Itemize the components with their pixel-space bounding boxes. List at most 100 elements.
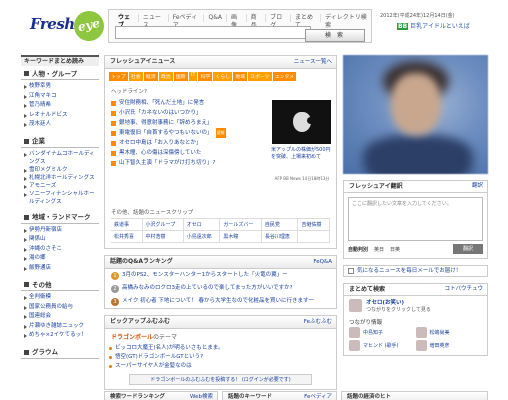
pickup-item[interactable]: ビッコロ大魔王(名人)が明るいさもとまま。 [105, 344, 336, 353]
news-category-tab[interactable]: 科学 [198, 72, 213, 81]
pickup-subject[interactable]: ドラゴンボールのテーマ [105, 329, 336, 344]
sidebar-link[interactable]: 伊勢丹新宿店 [24, 226, 99, 236]
sidebar-link[interactable]: 湯の郷 [24, 254, 99, 264]
bottom-tab-link[interactable]: Web検索 [190, 392, 213, 400]
clip-link[interactable]: オセロ [183, 219, 221, 231]
connection-person[interactable]: 松嶋尚美 [415, 327, 483, 338]
feature-news-image[interactable] [272, 100, 331, 144]
freshEYE-logo[interactable]: Fresh eye [30, 8, 107, 44]
sidebar-link[interactable]: 茂木廷人 [24, 120, 99, 130]
news-category-tab[interactable]: 地域 [233, 72, 248, 81]
news-category-tab[interactable]: 政治 [158, 72, 173, 81]
connection-person[interactable]: 中島知子 [349, 327, 416, 338]
news-list-link[interactable]: ニュース一覧へ [294, 56, 332, 68]
search-tab-directory[interactable]: ディレクトリ検索 [321, 14, 371, 29]
search-tab-matome[interactable]: まとめて [291, 14, 322, 29]
search-input[interactable] [115, 26, 311, 39]
headline-item[interactable]: 黒木瞳、心の傷は深傷傍していた [111, 148, 271, 158]
sidebar-link[interactable]: 全判衛模 [24, 293, 99, 303]
sidebar-link[interactable]: めちゃ×2イケてるッ！ [24, 331, 99, 341]
headline-item[interactable]: 安住財務相、「死んだ土地」に発言 [111, 98, 271, 108]
sidebar-link[interactable]: 江角マキコ [24, 92, 99, 102]
news-category-tab[interactable]: 国際 [173, 72, 188, 81]
clip-link[interactable]: 自民党 [261, 219, 299, 231]
headline-item[interactable]: オセロ中島は「お入りあなとか」 [111, 138, 271, 148]
news-category-tab[interactable]: トップ [109, 72, 128, 81]
search-tab-products[interactable]: 商品 [247, 14, 267, 29]
headline-item[interactable]: 東電復旧「自首するやつもいないの」 速報 [111, 128, 271, 138]
translate-button[interactable]: 翻訳 [453, 244, 483, 254]
headline-item[interactable]: 山下智久主演「ドラマがけ打ち切り」? [111, 158, 271, 168]
clip-link[interactable]: 小沢グループ [142, 219, 184, 231]
sidebar-link[interactable]: 枝野幸男 [24, 82, 99, 92]
clip-link[interactable]: 鉄道事 [111, 219, 143, 231]
sidebar-link[interactable]: 飯野通店 [24, 264, 99, 274]
search-button[interactable]: 検 索 [305, 29, 365, 42]
qa-rank-row[interactable]: 3 メイク 初心者 下地について！ 春から大学生なので化粧品を買いに行きます一 [105, 295, 336, 308]
sidebar-link[interactable]: アモニーズ [24, 182, 99, 190]
clip-link[interactable]: 中村浩樹 [142, 231, 184, 243]
qa-rank-row[interactable]: 1 3月のPS2、モンスターハンター1からスタートした「火竜の翼」ー [105, 269, 336, 282]
news-category-tab[interactable]: くらし [213, 72, 233, 81]
news-category-tab[interactable]: 社会 [128, 72, 143, 81]
search-tab-images[interactable]: 画像 [227, 14, 247, 29]
bottom-tab-link[interactable]: Feペディア [304, 392, 332, 400]
translate-textarea[interactable]: ここに翻訳したい文章を入力してください。 [348, 197, 483, 241]
news-category-tab[interactable]: エンタメ [272, 72, 297, 81]
pickup-item[interactable]: スーパーサイヤ人が金髪なのは [105, 362, 336, 371]
headline-item[interactable]: 銀地事、得意射事務に「辞めろまえ」 [111, 118, 271, 128]
translate-more-link[interactable]: 翻訳 [472, 181, 483, 192]
news-category-tab[interactable]: 経済 [143, 72, 158, 81]
translate-option-ja-en[interactable]: 日英 [390, 246, 400, 253]
hot-keyword-tab[interactable]: 話題のキーワード Feペディア [222, 391, 337, 400]
section-title-companies[interactable]: 企業 [21, 136, 99, 148]
search-tab-news[interactable]: ニュース [139, 14, 169, 29]
headline-item[interactable]: 小沢氏「カネないのはいつかり」 [111, 108, 271, 118]
clip-link[interactable]: 黒木瞳 [220, 231, 262, 243]
sidebar-link[interactable]: レオナルドビス [24, 111, 99, 121]
section-title-other[interactable]: その他 [21, 279, 99, 291]
sidebar-link[interactable]: 関係山 [24, 235, 99, 245]
news-mail-signup[interactable]: 気になるニュースを毎日メールでお届け！ [343, 265, 488, 277]
post-fumufumu-button[interactable]: ドラゴンボールのふむふむを投稿する！ (ログインが必要です) [129, 374, 312, 385]
economy-people-tab[interactable]: 話題の経済のヒト [341, 391, 488, 400]
qa-more-link[interactable]: FeQ&A [313, 256, 332, 268]
translate-option-auto[interactable]: 自動判別 [348, 246, 368, 253]
pickup-item[interactable]: 悟空(GT)ドラゴンボールGTという? [105, 353, 336, 362]
sidebar-link[interactable]: 国家公務員の給与 [24, 303, 99, 313]
clip-link[interactable]: 小島遠次郎 [183, 231, 221, 243]
search-tab-qa[interactable]: Q&A [204, 14, 227, 22]
search-tab-blog[interactable]: ブログ [266, 14, 291, 29]
pickup-more-link[interactable]: Feふむふむ [304, 316, 332, 328]
clip-link[interactable]: 松井秀喜 [111, 231, 143, 243]
section-title-places[interactable]: 地域・ランドマーク [21, 212, 99, 224]
sidebar-link[interactable]: ソニーフィナンシャルホールディングス [24, 190, 99, 206]
sidebar-link[interactable]: 札幌北洋ホールディングス [24, 174, 99, 182]
qa-rank-row[interactable]: 2 高橋みなみのロクロ3走の上ているので楽してまった方がいいですか? [105, 282, 336, 295]
clip-link[interactable]: ガールズバー [220, 219, 262, 231]
search-ranking-tab[interactable]: 検索ワードランキング Web検索 [104, 391, 218, 400]
clip-link[interactable] [298, 231, 330, 243]
sidebar-link[interactable]: 沖縄のさそこ [24, 245, 99, 255]
search-tab-web[interactable]: ウェブ [114, 14, 139, 29]
section-title-column[interactable]: グラウム [21, 347, 99, 359]
matome-more-link[interactable]: コトバウチュウ [444, 284, 483, 295]
translate-option-en-ja[interactable]: 英日 [374, 246, 384, 253]
clip-link[interactable]: 吉継佑樹 [298, 219, 330, 231]
connection-person[interactable]: 増田英彦 [415, 340, 483, 351]
sidebar-link[interactable]: 雪印メグミルク [24, 166, 99, 174]
sidebar-link[interactable]: 国連総会 [24, 312, 99, 322]
promo-link[interactable]: BB 巨乳アイドルといえば [397, 21, 470, 30]
news-category-tab[interactable]: スポーツ [248, 72, 272, 81]
feature-news-link[interactable]: 米アップルの株価が500円を突破、上場来初めて [271, 147, 333, 161]
connection-person[interactable]: マヒンド (歌手) [349, 340, 416, 351]
sidebar-link[interactable]: バンダイナムコホールディングス [24, 150, 99, 166]
section-title-people[interactable]: 人物・グループ [21, 68, 99, 80]
matome-lead[interactable]: オセロ(お笑い) つながりをクリックして見る [344, 296, 487, 315]
clip-link[interactable]: 長谷川理恵 [261, 231, 299, 243]
sidebar-link[interactable]: 片瀬ゆき雑誌ニュック [24, 322, 99, 332]
sidebar-link[interactable]: 菅乃晴希 [24, 101, 99, 111]
news-category-tab[interactable]: IT [188, 72, 198, 81]
featured-person-photo[interactable] [343, 55, 488, 174]
search-tab-fepedia[interactable]: Feペディア [169, 14, 205, 29]
